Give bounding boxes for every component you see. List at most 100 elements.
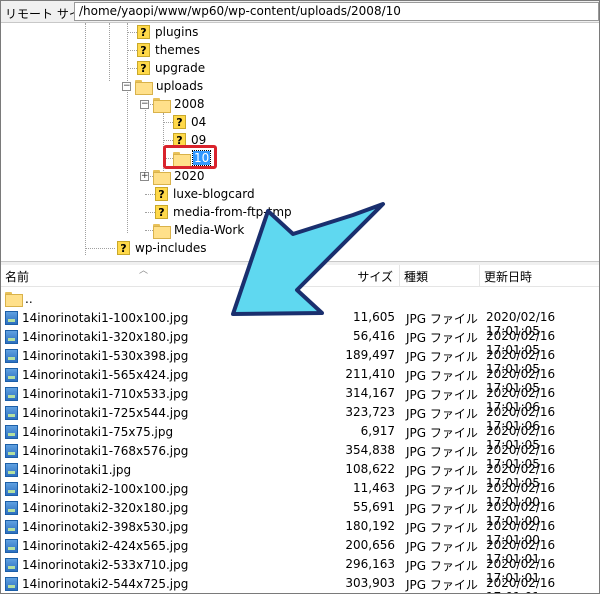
file-modified: 2020/02/16 17:01:01 bbox=[486, 576, 556, 593]
file-name: 14inorinotaki2-533x710.jpg bbox=[22, 557, 189, 572]
table-row[interactable]: 14inorinotaki1-320x180.jpg 56,416 JPG ファイル… bbox=[1, 327, 599, 357]
file-type: JPG ファイル bbox=[406, 369, 478, 383]
file-size: 303,903 bbox=[345, 576, 395, 590]
tree-item-2020[interactable]: 2020 bbox=[153, 167, 206, 185]
table-row[interactable]: 14inorinotaki1-530x398.jpg 189,497 JPG ファイ… bbox=[1, 346, 599, 376]
file-type: JPG ファイル bbox=[406, 483, 478, 497]
remote-path-input[interactable]: /home/yaopi/www/wp60/wp-content/uploads/… bbox=[74, 2, 599, 21]
table-row[interactable]: 14inorinotaki1-100x100.jpg 11,605 JPG ファイル… bbox=[1, 308, 599, 338]
file-name: 14inorinotaki1-768x576.jpg bbox=[22, 443, 189, 458]
jpg-file-icon bbox=[5, 348, 18, 363]
file-name: 14inorinotaki1-530x398.jpg bbox=[22, 348, 189, 363]
file-size: 108,622 bbox=[345, 462, 395, 476]
column-modified[interactable]: 更新日時 bbox=[479, 265, 599, 287]
file-name: 14inorinotaki1-100x100.jpg bbox=[22, 310, 189, 325]
file-size: 11,605 bbox=[353, 310, 395, 324]
file-size: 6,917 bbox=[360, 424, 395, 438]
question-folder-icon: ? bbox=[137, 43, 150, 57]
list-item-parent-dir[interactable]: .. bbox=[1, 289, 599, 308]
jpg-file-icon bbox=[5, 481, 18, 496]
file-type: JPG ファイル bbox=[406, 312, 478, 326]
file-type: JPG ファイル bbox=[406, 464, 478, 478]
question-folder-icon: ? bbox=[117, 241, 130, 255]
jpg-file-icon bbox=[5, 443, 18, 458]
selected-folder-highlight bbox=[163, 145, 217, 169]
file-name: 14inorinotaki2-320x180.jpg bbox=[22, 500, 189, 515]
column-size[interactable]: サイズ bbox=[291, 265, 399, 287]
file-size: 323,723 bbox=[345, 405, 395, 419]
table-row[interactable]: 14inorinotaki2-320x180.jpg 55,691 JPG ファイル… bbox=[1, 498, 599, 528]
tree-item-media-work[interactable]: Media-Work bbox=[153, 221, 245, 239]
folder-icon bbox=[153, 169, 171, 185]
file-name: 14inorinotaki1-320x180.jpg bbox=[22, 329, 189, 344]
table-row[interactable]: 14inorinotaki1-565x424.jpg 211,410 JPG ファイ… bbox=[1, 365, 599, 395]
file-name: 14inorinotaki1-710x533.jpg bbox=[22, 386, 189, 401]
file-size: 354,838 bbox=[345, 443, 395, 457]
tree-item-upgrade[interactable]: ? upgrade bbox=[137, 59, 206, 77]
folder-icon bbox=[5, 292, 23, 307]
jpg-file-icon bbox=[5, 310, 18, 325]
column-type[interactable]: 種類 bbox=[399, 265, 479, 287]
jpg-file-icon bbox=[5, 519, 18, 534]
file-type: JPG ファイル bbox=[406, 350, 478, 364]
column-name[interactable]: 名前 bbox=[1, 265, 291, 287]
collapse-uploads-toggle[interactable]: − bbox=[122, 82, 131, 91]
folder-icon bbox=[135, 79, 153, 95]
file-size: 296,163 bbox=[345, 557, 395, 571]
jpg-file-icon bbox=[5, 557, 18, 572]
file-type: JPG ファイル bbox=[406, 502, 478, 516]
file-type: JPG ファイル bbox=[406, 578, 478, 592]
file-size: 189,497 bbox=[345, 348, 395, 362]
table-row[interactable]: 14inorinotaki2-100x100.jpg 11,463 JPG ファイル… bbox=[1, 479, 599, 509]
table-row[interactable]: 14inorinotaki1-75x75.jpg 6,917 JPG ファイル 202… bbox=[1, 422, 599, 452]
tree-item-themes[interactable]: ? themes bbox=[137, 41, 201, 59]
file-name: 14inorinotaki1-75x75.jpg bbox=[22, 424, 174, 439]
file-name: 14inorinotaki2-424x565.jpg bbox=[22, 538, 189, 553]
ftp-remote-site-window: リモート サイト: /home/yaopi/www/wp60/wp-conten… bbox=[0, 0, 600, 594]
tree-item-media-from-ftp-tmp[interactable]: ? media-from-ftp-tmp bbox=[155, 203, 293, 221]
tree-item-uploads[interactable]: uploads bbox=[135, 77, 204, 95]
tree-item-wp-includes[interactable]: ? wp-includes bbox=[117, 239, 208, 257]
remote-path-bar: リモート サイト: /home/yaopi/www/wp60/wp-conten… bbox=[1, 1, 599, 23]
table-row[interactable]: 14inorinotaki1-768x576.jpg 354,838 JPG ファイ… bbox=[1, 441, 599, 471]
file-size: 55,691 bbox=[353, 500, 395, 514]
jpg-file-icon bbox=[5, 386, 18, 401]
file-name: 14inorinotaki2-544x725.jpg bbox=[22, 576, 189, 591]
table-row[interactable]: 14inorinotaki1-725x544.jpg 323,723 JPG ファイ… bbox=[1, 403, 599, 433]
file-name: 14inorinotaki1.jpg bbox=[22, 462, 132, 477]
file-size: 180,192 bbox=[345, 519, 395, 533]
tree-item-04[interactable]: ? 04 bbox=[173, 113, 207, 131]
file-size: 200,656 bbox=[345, 538, 395, 552]
file-name: 14inorinotaki1-565x424.jpg bbox=[22, 367, 189, 382]
expand-2020-toggle[interactable]: + bbox=[140, 172, 149, 181]
table-row[interactable]: 14inorinotaki2-533x710.jpg 296,163 JPG ファイ… bbox=[1, 555, 599, 585]
file-name: 14inorinotaki2-100x100.jpg bbox=[22, 481, 189, 496]
collapse-2008-toggle[interactable]: − bbox=[140, 100, 149, 109]
question-folder-icon: ? bbox=[137, 25, 150, 39]
file-type: JPG ファイル bbox=[406, 426, 478, 440]
table-row[interactable]: 14inorinotaki2-424x565.jpg 200,656 JPG ファイ… bbox=[1, 536, 599, 566]
question-folder-icon: ? bbox=[155, 187, 168, 201]
table-row[interactable]: 14inorinotaki2-398x530.jpg 180,192 JPG ファイ… bbox=[1, 517, 599, 547]
file-size: 11,463 bbox=[353, 481, 395, 495]
file-name: 14inorinotaki2-398x530.jpg bbox=[22, 519, 189, 534]
jpg-file-icon bbox=[5, 576, 18, 591]
jpg-file-icon bbox=[5, 405, 18, 420]
tree-item-plugins[interactable]: ? plugins bbox=[137, 23, 199, 41]
table-row[interactable]: 14inorinotaki2-544x725.jpg 303,903 JPG ファイ… bbox=[1, 574, 599, 593]
jpg-file-icon bbox=[5, 329, 18, 344]
remote-directory-tree: − − + ? plugins ? themes ? upgrade uploa… bbox=[1, 23, 599, 263]
file-type: JPG ファイル bbox=[406, 445, 478, 459]
question-folder-icon: ? bbox=[173, 115, 186, 129]
file-size: 211,410 bbox=[345, 367, 395, 381]
jpg-file-icon bbox=[5, 424, 18, 439]
file-type: JPG ファイル bbox=[406, 559, 478, 573]
tree-item-luxe-blogcard[interactable]: ? luxe-blogcard bbox=[155, 185, 256, 203]
file-list-header: ︿ 名前 サイズ 種類 更新日時 bbox=[1, 265, 599, 287]
folder-icon bbox=[153, 97, 171, 113]
tree-item-2008[interactable]: 2008 bbox=[153, 95, 206, 113]
table-row[interactable]: 14inorinotaki1-710x533.jpg 314,167 JPG ファイ… bbox=[1, 384, 599, 414]
jpg-file-icon bbox=[5, 367, 18, 382]
file-type: JPG ファイル bbox=[406, 540, 478, 554]
table-row[interactable]: 14inorinotaki1.jpg 108,622 JPG ファイル 2020/02… bbox=[1, 460, 599, 490]
